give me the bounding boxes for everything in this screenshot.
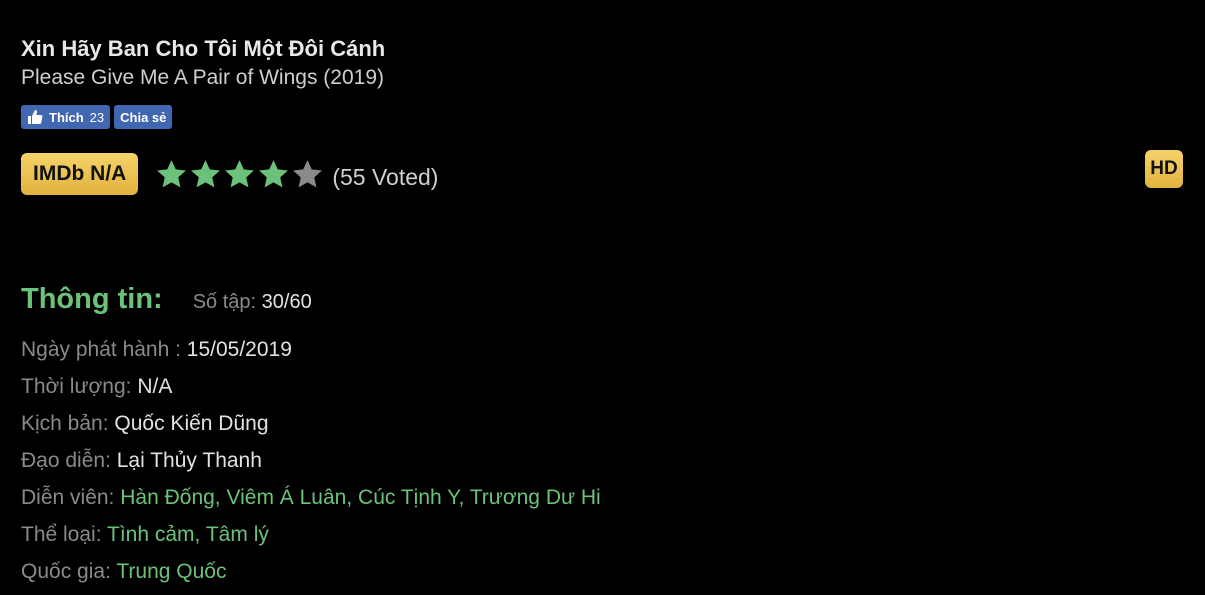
star-filled-icon[interactable] xyxy=(155,158,188,191)
like-count: 23 xyxy=(89,109,105,125)
social-buttons: Thích 23 Chia sẻ xyxy=(21,105,173,129)
director-row: Đạo diễn: Lại Thủy Thanh xyxy=(21,447,601,484)
facebook-like-button[interactable]: Thích 23 xyxy=(21,105,111,129)
country-label: Quốc gia: xyxy=(21,560,111,583)
episodes-value: 30/60 xyxy=(261,291,312,313)
cast-link[interactable]: Cúc Tịnh Y xyxy=(358,486,458,509)
star-filled-icon[interactable] xyxy=(257,158,290,191)
info-heading: Thông tin: xyxy=(21,283,163,315)
director-label: Đạo diễn: xyxy=(21,449,111,472)
cast-row: Diễn viên: Hàn Đống, Viêm Á Luân, Cúc Tị… xyxy=(21,486,601,509)
genre-label: Thể loại: xyxy=(21,523,102,546)
release-value: 15/05/2019 xyxy=(186,338,292,361)
release-row: Ngày phát hành : 15/05/2019 xyxy=(21,336,601,373)
episodes-info: Số tập: 30/60 xyxy=(193,291,312,314)
genre-row: Thể loại: Tình cảm, Tâm lý xyxy=(21,523,269,546)
star-empty-icon[interactable] xyxy=(291,158,324,191)
details-list: Ngày phát hành : 15/05/2019 Thời lượng: … xyxy=(21,336,601,595)
share-label: Chia sẻ xyxy=(120,109,167,125)
cast-link[interactable]: Trương Dư Hi xyxy=(470,486,601,509)
movie-subtitle: Please Give Me A Pair of Wings (2019) xyxy=(21,66,384,89)
movie-title: Xin Hãy Ban Cho Tôi Một Đôi Cánh xyxy=(21,36,386,61)
star-filled-icon[interactable] xyxy=(189,158,222,191)
release-label: Ngày phát hành : xyxy=(21,338,181,361)
script-value: Quốc Kiến Dũng xyxy=(114,412,269,435)
hd-quality-badge: HD xyxy=(1145,150,1183,188)
cast-label: Diễn viên: xyxy=(21,486,115,509)
duration-value: N/A xyxy=(137,375,173,398)
genre-link[interactable]: Tình cảm xyxy=(107,523,195,546)
genre-link[interactable]: Tâm lý xyxy=(206,523,269,546)
vote-count: (55 Voted) xyxy=(332,163,439,190)
imdb-badge: IMDb N/A xyxy=(21,153,139,195)
script-row: Kịch bản: Quốc Kiến Dũng xyxy=(21,410,601,447)
duration-label: Thời lượng: xyxy=(21,375,132,398)
movie-info-panel: Xin Hãy Ban Cho Tôi Một Đôi Cánh Please … xyxy=(21,0,1185,586)
episodes-label: Số tập: xyxy=(192,291,257,313)
like-label: Thích xyxy=(49,109,84,125)
duration-row: Thời lượng: N/A xyxy=(21,373,601,410)
rating-row: IMDb N/A (55 Voted) xyxy=(21,153,438,195)
cast-link[interactable]: Viêm Á Luân xyxy=(226,486,346,509)
star-filled-icon[interactable] xyxy=(223,158,256,191)
info-header: Thông tin: Số tập: 30/60 xyxy=(21,283,312,316)
country-row: Quốc gia: Trung Quốc xyxy=(21,558,601,595)
director-value: Lại Thủy Thanh xyxy=(116,449,262,472)
facebook-share-button[interactable]: Chia sẻ xyxy=(114,105,173,129)
star-rating[interactable] xyxy=(155,157,324,191)
thumbs-up-icon xyxy=(28,110,43,124)
country-link[interactable]: Trung Quốc xyxy=(116,560,226,583)
cast-link[interactable]: Hàn Đống xyxy=(120,486,215,509)
script-label: Kịch bản: xyxy=(21,412,109,435)
